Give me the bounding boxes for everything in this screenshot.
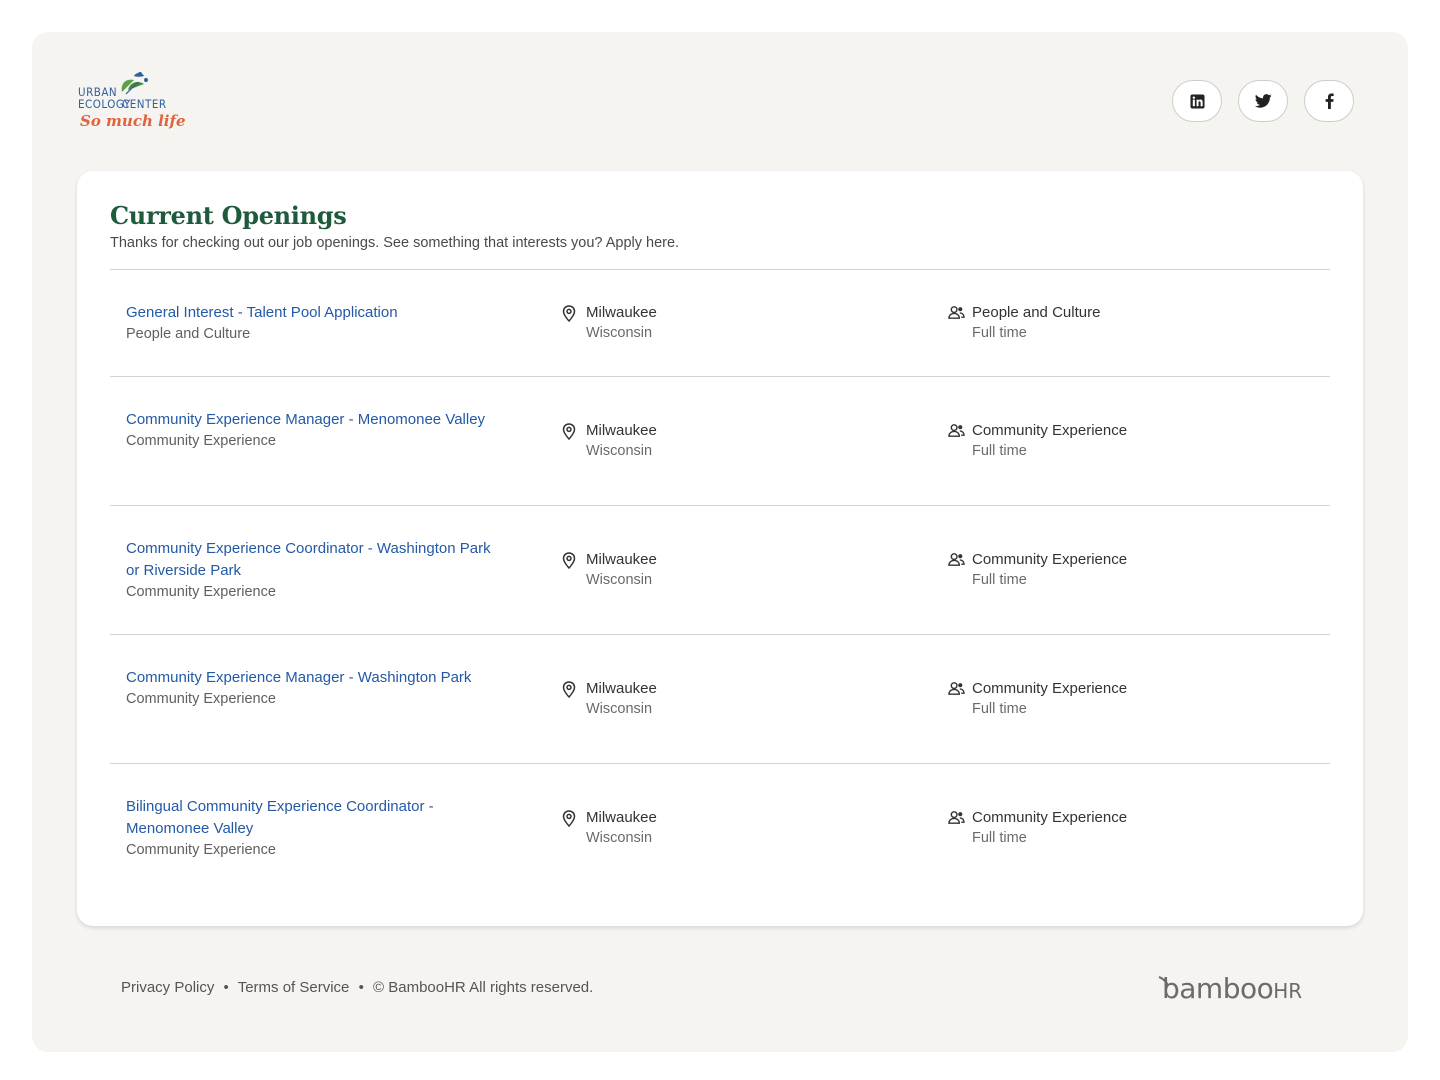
twitter-button[interactable] [1238, 80, 1288, 122]
job-employment-type: Full time [972, 701, 1027, 717]
job-location: Milwaukee Wisconsin [562, 302, 657, 344]
people-icon [948, 552, 970, 567]
people-icon [948, 810, 970, 825]
job-state: Wisconsin [586, 443, 653, 459]
job-title-link[interactable]: Bilingual Community Experience Coordinat… [126, 796, 496, 840]
openings-card: Current Openings Thanks for checking out… [77, 171, 1363, 926]
page-subtitle: Thanks for checking out our job openings… [110, 235, 680, 251]
job-city: Milwaukee [586, 422, 657, 439]
job-team: Community Experience Full time [948, 807, 1127, 849]
job-info: Community Experience Coordinator - Washi… [126, 538, 496, 603]
job-title-link[interactable]: Community Experience Manager - Washingto… [126, 667, 496, 689]
linkedin-button[interactable] [1172, 80, 1222, 122]
location-pin-icon [562, 552, 584, 569]
twitter-icon [1254, 94, 1272, 108]
job-info: General Interest - Talent Pool Applicati… [126, 302, 496, 345]
job-employment-type: Full time [972, 325, 1027, 341]
job-employment-type: Full time [972, 830, 1027, 846]
job-row: Bilingual Community Experience Coordinat… [110, 763, 1330, 892]
bamboohr-suffix: HR [1273, 979, 1303, 1003]
location-pin-icon [562, 810, 584, 827]
job-location: Milwaukee Wisconsin [562, 678, 657, 720]
job-department: Community Experience [126, 691, 276, 707]
people-icon [948, 681, 970, 696]
job-team: People and Culture Full time [948, 302, 1100, 344]
job-list: General Interest - Talent Pool Applicati… [110, 269, 1330, 892]
job-employment-type: Full time [972, 572, 1027, 588]
job-team: Community Experience Full time [948, 678, 1127, 720]
job-state: Wisconsin [586, 572, 653, 588]
job-department: Community Experience [126, 433, 276, 449]
linkedin-icon [1189, 93, 1205, 109]
job-state: Wisconsin [586, 701, 653, 717]
people-icon [948, 305, 970, 320]
privacy-policy-link[interactable]: Privacy Policy [121, 979, 214, 996]
job-title-link[interactable]: General Interest - Talent Pool Applicati… [126, 302, 496, 324]
job-team-name: People and Culture [972, 304, 1101, 321]
job-department: People and Culture [126, 326, 251, 342]
job-team-name: Community Experience [972, 680, 1128, 697]
location-pin-icon [562, 681, 584, 698]
job-location: Milwaukee Wisconsin [562, 420, 657, 462]
job-employment-type: Full time [972, 443, 1027, 459]
job-team-name: Community Experience [972, 551, 1128, 568]
footer-links: Privacy Policy • Terms of Service • © Ba… [121, 979, 593, 996]
footer-separator: • [358, 979, 364, 996]
facebook-icon [1325, 93, 1334, 109]
people-icon [948, 423, 970, 438]
page-frame: URBAN ECOLOGY CENTER So much life Curren… [32, 32, 1408, 1052]
job-location: Milwaukee Wisconsin [562, 549, 657, 591]
bamboohr-logo[interactable]: bambooHR [1158, 972, 1303, 1005]
job-department: Community Experience [126, 584, 276, 600]
job-city: Milwaukee [586, 809, 657, 826]
location-pin-icon [562, 423, 584, 440]
job-state: Wisconsin [586, 830, 653, 846]
terms-of-service-link[interactable]: Terms of Service [238, 979, 350, 996]
job-city: Milwaukee [586, 304, 657, 321]
job-city: Milwaukee [586, 680, 657, 697]
leaf-logo-icon [121, 72, 148, 95]
job-title-link[interactable]: Community Experience Coordinator - Washi… [126, 538, 496, 582]
job-team: Community Experience Full time [948, 549, 1127, 591]
logo-tagline: So much life [80, 112, 186, 130]
footer-separator: • [223, 979, 229, 996]
job-row: Community Experience Manager - Menomonee… [110, 376, 1330, 505]
bamboo-leaf-icon [1158, 976, 1169, 986]
job-team-name: Community Experience [972, 809, 1128, 826]
job-title-link[interactable]: Community Experience Manager - Menomonee… [126, 409, 496, 431]
job-info: Bilingual Community Experience Coordinat… [126, 796, 496, 861]
location-pin-icon [562, 305, 584, 322]
job-team-name: Community Experience [972, 422, 1128, 439]
bamboohr-wordmark: bamboo [1162, 972, 1274, 1005]
job-row: General Interest - Talent Pool Applicati… [110, 269, 1330, 376]
job-info: Community Experience Manager - Menomonee… [126, 409, 496, 452]
job-city: Milwaukee [586, 551, 657, 568]
job-row: Community Experience Manager - Washingto… [110, 634, 1330, 763]
job-row: Community Experience Coordinator - Washi… [110, 505, 1330, 634]
job-location: Milwaukee Wisconsin [562, 807, 657, 849]
copyright-text: © BambooHR All rights reserved. [373, 979, 594, 996]
job-info: Community Experience Manager - Washingto… [126, 667, 496, 710]
job-state: Wisconsin [586, 325, 653, 341]
logo-text-center: CENTER [122, 97, 167, 111]
page-title: Current Openings [110, 201, 347, 230]
job-team: Community Experience Full time [948, 420, 1127, 462]
facebook-button[interactable] [1304, 80, 1354, 122]
company-logo[interactable]: URBAN ECOLOGY CENTER So much life [76, 70, 186, 136]
job-department: Community Experience [126, 842, 276, 858]
